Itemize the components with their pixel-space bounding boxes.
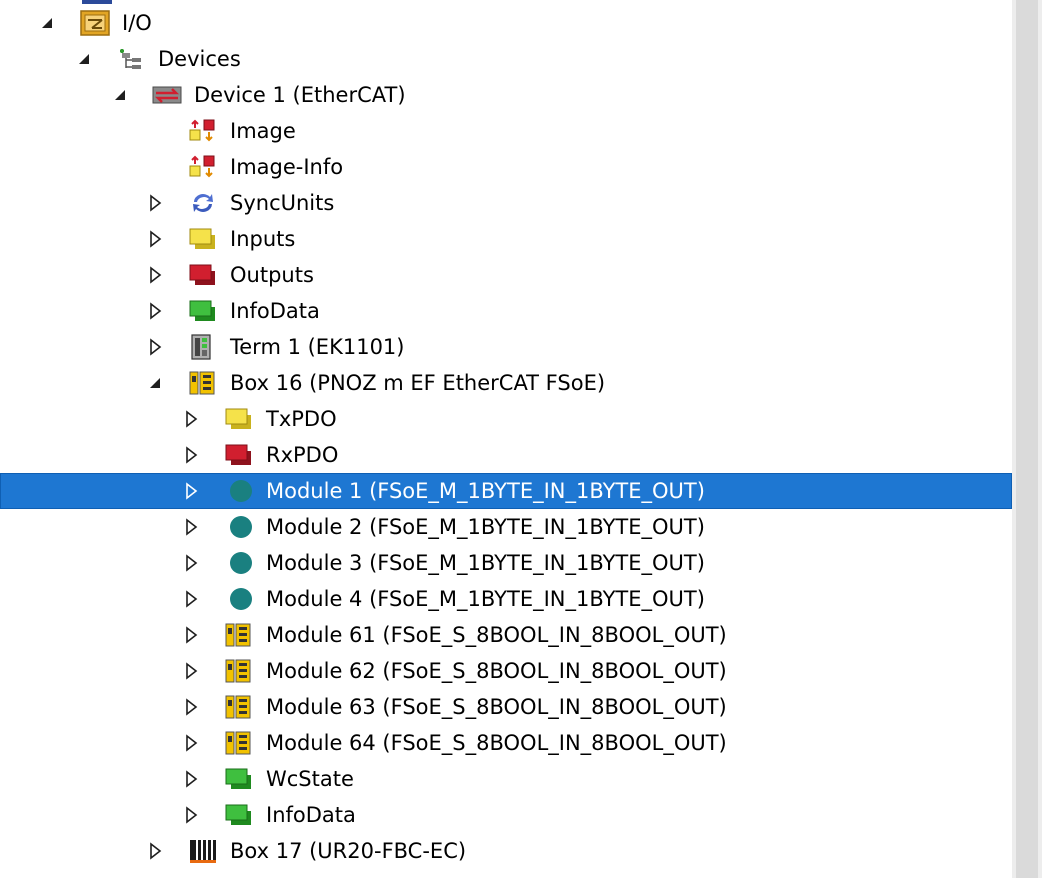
tree-item-infodata[interactable]: InfoData (0, 293, 1012, 329)
tree-item-label: Devices (158, 47, 241, 71)
tree-item-label: Module 1 (FSoE_M_1BYTE_IN_1BYTE_OUT) (266, 479, 705, 503)
safety-module-icon (225, 623, 251, 647)
tree-item-module-2[interactable]: Module 2 (FSoE_M_1BYTE_IN_1BYTE_OUT) (0, 509, 1012, 545)
remote-io-box-icon (190, 840, 216, 863)
collapsed-arrow-icon[interactable] (184, 806, 200, 824)
tree-item-image[interactable]: Image (0, 113, 1012, 149)
tree-item-label: InfoData (230, 299, 320, 323)
tree-item-term-1[interactable]: Term 1 (EK1101) (0, 329, 1012, 365)
io-folder-icon (80, 10, 110, 36)
tree-item-infodata-box16[interactable]: InfoData (0, 797, 1012, 833)
collapsed-arrow-icon[interactable] (184, 410, 200, 428)
tree-item-label: Module 2 (FSoE_M_1BYTE_IN_1BYTE_OUT) (266, 515, 705, 539)
safety-module-icon (225, 659, 251, 683)
tree-item-label: Image (230, 119, 296, 143)
image-icon (189, 119, 215, 142)
tree-item-label: I/O (122, 11, 152, 35)
tree-item-inputs[interactable]: Inputs (0, 221, 1012, 257)
collapsed-arrow-icon[interactable] (148, 302, 164, 320)
tree-item-io[interactable]: I/O (0, 5, 1012, 41)
tree-item-label: Module 3 (FSoE_M_1BYTE_IN_1BYTE_OUT) (266, 551, 705, 575)
tree-item-label: Module 61 (FSoE_S_8BOOL_IN_8BOOL_OUT) (266, 623, 727, 647)
sync-units-icon (193, 194, 213, 212)
tree-item-txpdo[interactable]: TxPDO (0, 401, 1012, 437)
module-dot-icon (230, 552, 252, 574)
tree-item-wcstate[interactable]: WcState (0, 761, 1012, 797)
devices-tree-icon (120, 49, 141, 69)
tree-item-label: SyncUnits (230, 191, 335, 215)
tree-item-module-1[interactable]: Module 1 (FSoE_M_1BYTE_IN_1BYTE_OUT) (0, 473, 1012, 509)
ethercat-device-icon (152, 86, 182, 104)
tree-item-outputs[interactable]: Outputs (0, 257, 1012, 293)
collapsed-arrow-icon[interactable] (148, 230, 164, 248)
vertical-scrollbar[interactable] (1012, 0, 1042, 878)
collapsed-arrow-icon[interactable] (184, 590, 200, 608)
wcstate-icon (225, 768, 251, 789)
rxpdo-icon (225, 444, 251, 465)
tree-item-label: Module 64 (FSoE_S_8BOOL_IN_8BOOL_OUT) (266, 731, 727, 755)
tree-item-label: Inputs (230, 227, 296, 251)
collapsed-arrow-icon[interactable] (148, 338, 164, 356)
tree-item-syncunits[interactable]: SyncUnits (0, 185, 1012, 221)
infodata-icon (189, 300, 215, 321)
tree-item-rxpdo[interactable]: RxPDO (0, 437, 1012, 473)
tree-item-label: Outputs (230, 263, 314, 287)
expanded-arrow-icon[interactable] (77, 50, 93, 68)
tree-item-label: InfoData (266, 803, 356, 827)
collapsed-arrow-icon[interactable] (184, 698, 200, 716)
collapsed-arrow-icon[interactable] (184, 446, 200, 464)
tree-item-module-64[interactable]: Module 64 (FSoE_S_8BOOL_IN_8BOOL_OUT) (0, 725, 1012, 761)
collapsed-arrow-icon[interactable] (184, 626, 200, 644)
expanded-arrow-icon[interactable] (113, 86, 129, 104)
tree-item-module-62[interactable]: Module 62 (FSoE_S_8BOOL_IN_8BOOL_OUT) (0, 653, 1012, 689)
tree-item-device-1[interactable]: Device 1 (EtherCAT) (0, 77, 1012, 113)
tree-item-label: RxPDO (266, 443, 339, 467)
collapsed-arrow-icon[interactable] (184, 518, 200, 536)
expanded-arrow-icon[interactable] (40, 14, 56, 32)
collapsed-arrow-icon[interactable] (148, 194, 164, 212)
tree-item-label: TxPDO (266, 407, 337, 431)
tree-item-label: Module 4 (FSoE_M_1BYTE_IN_1BYTE_OUT) (266, 587, 705, 611)
collapsed-arrow-icon[interactable] (148, 266, 164, 284)
tree-item-box-17[interactable]: Box 17 (UR20-FBC-EC) (0, 833, 1012, 869)
outputs-icon (189, 264, 215, 285)
collapsed-arrow-icon[interactable] (184, 554, 200, 572)
tree-item-box-16[interactable]: Box 16 (PNOZ m EF EtherCAT FSoE) (0, 365, 1012, 401)
tree-item-label: Device 1 (EtherCAT) (194, 83, 406, 107)
tree-item-label: Module 62 (FSoE_S_8BOOL_IN_8BOOL_OUT) (266, 659, 727, 683)
tree-item-label: Term 1 (EK1101) (230, 335, 405, 359)
scrollbar-thumb[interactable] (1016, 0, 1038, 878)
collapsed-arrow-icon[interactable] (184, 482, 200, 500)
terminal-coupler-icon (191, 334, 211, 360)
module-dot-icon (230, 588, 252, 610)
solution-tree: I/O Devices Device 1 (EtherCAT) Image Im… (0, 0, 1012, 878)
image-info-icon (189, 155, 215, 178)
tree-item-module-63[interactable]: Module 63 (FSoE_S_8BOOL_IN_8BOOL_OUT) (0, 689, 1012, 725)
tree-item-label: Box 16 (PNOZ m EF EtherCAT FSoE) (230, 371, 606, 395)
expanded-arrow-icon[interactable] (148, 374, 164, 392)
module-dot-icon (230, 516, 252, 538)
inputs-icon (189, 228, 215, 249)
safety-box-icon (189, 371, 215, 395)
tree-item-label: Module 63 (FSoE_S_8BOOL_IN_8BOOL_OUT) (266, 695, 727, 719)
tree-item-label: Box 17 (UR20-FBC-EC) (230, 839, 467, 863)
module-dot-icon (230, 480, 252, 502)
tree-item-image-info[interactable]: Image-Info (0, 149, 1012, 185)
infodata-icon (225, 804, 251, 825)
tree-item-label: Image-Info (230, 155, 344, 179)
collapsed-arrow-icon[interactable] (148, 842, 164, 860)
safety-module-icon (225, 731, 251, 755)
collapsed-arrow-icon[interactable] (184, 662, 200, 680)
clipped-row-icon (82, 0, 112, 4)
tree-item-module-3[interactable]: Module 3 (FSoE_M_1BYTE_IN_1BYTE_OUT) (0, 545, 1012, 581)
tree-item-devices[interactable]: Devices (0, 41, 1012, 77)
collapsed-arrow-icon[interactable] (184, 770, 200, 788)
safety-module-icon (225, 695, 251, 719)
tree-item-module-4[interactable]: Module 4 (FSoE_M_1BYTE_IN_1BYTE_OUT) (0, 581, 1012, 617)
tree-item-label: WcState (266, 767, 354, 791)
tree-item-module-61[interactable]: Module 61 (FSoE_S_8BOOL_IN_8BOOL_OUT) (0, 617, 1012, 653)
collapsed-arrow-icon[interactable] (184, 734, 200, 752)
txpdo-icon (225, 408, 251, 429)
